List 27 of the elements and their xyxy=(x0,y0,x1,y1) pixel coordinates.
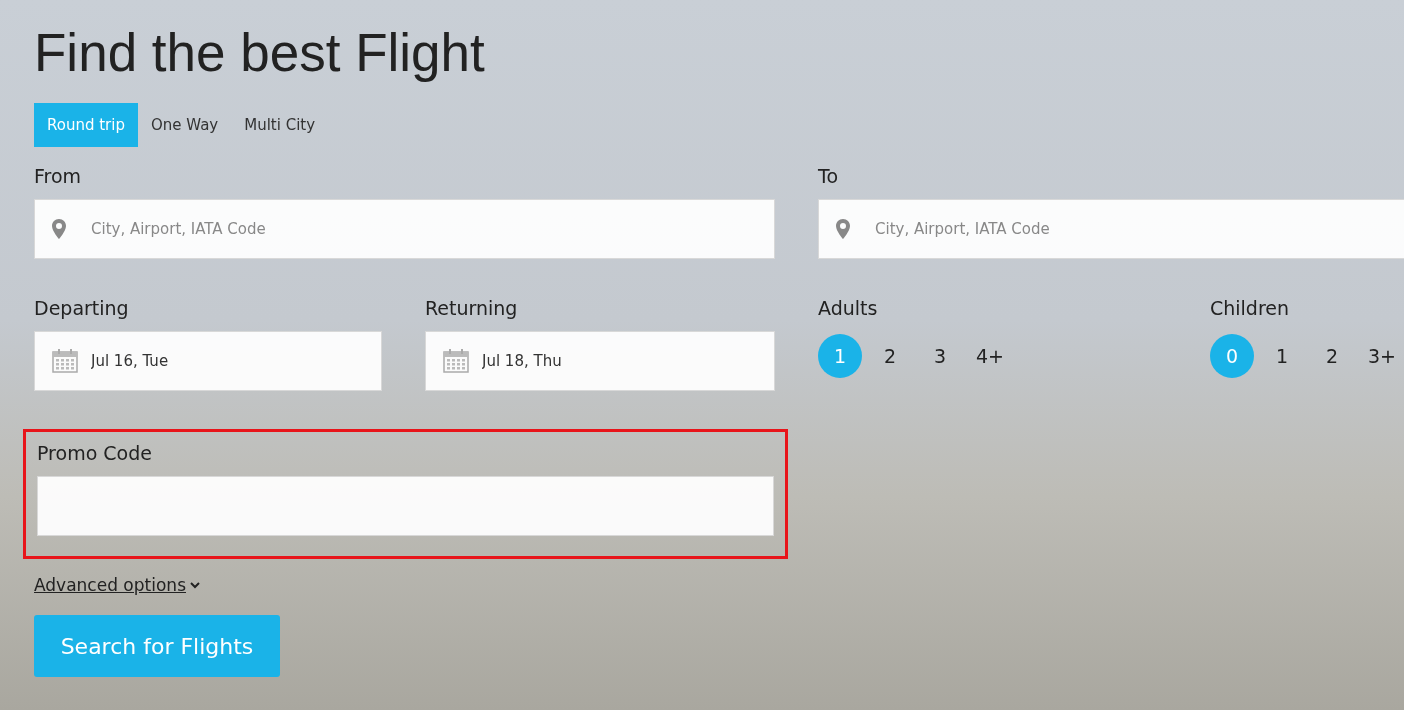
trip-type-tab[interactable]: One Way xyxy=(137,103,232,147)
count-option[interactable]: 3+ xyxy=(1360,334,1404,378)
field-label: Departing xyxy=(34,296,129,321)
trip-type-tab[interactable]: Multi City xyxy=(231,103,329,147)
count-option[interactable]: 2 xyxy=(868,334,912,378)
page-title: Find the best Flight xyxy=(34,22,485,84)
from-field[interactable]: City, Airport, IATA Code xyxy=(34,199,775,259)
count-option[interactable]: 4+ xyxy=(968,334,1012,378)
field-label: From xyxy=(34,164,82,189)
to-field[interactable]: City, Airport, IATA Code xyxy=(818,199,1404,259)
field-label: Promo Code xyxy=(37,441,153,466)
location-pin-icon xyxy=(52,219,66,239)
field-label: Children xyxy=(1210,296,1290,321)
promo-code-field[interactable] xyxy=(37,476,774,536)
field-label: To xyxy=(818,164,838,189)
count-option[interactable]: 3 xyxy=(918,334,962,378)
calendar-icon xyxy=(443,349,469,373)
field-label: Adults xyxy=(818,296,878,321)
location-pin-icon xyxy=(836,219,850,239)
count-option[interactable]: 2 xyxy=(1310,334,1354,378)
field-label: Returning xyxy=(425,296,518,321)
returning-date-field[interactable]: Jul 18, Thu xyxy=(425,331,775,391)
calendar-icon xyxy=(52,349,78,373)
departing-date-field[interactable]: Jul 16, Tue xyxy=(34,331,382,391)
advanced-options-link[interactable]: Advanced options xyxy=(34,575,200,595)
chevron-down-icon xyxy=(190,581,200,589)
count-option[interactable]: 1 xyxy=(1260,334,1304,378)
